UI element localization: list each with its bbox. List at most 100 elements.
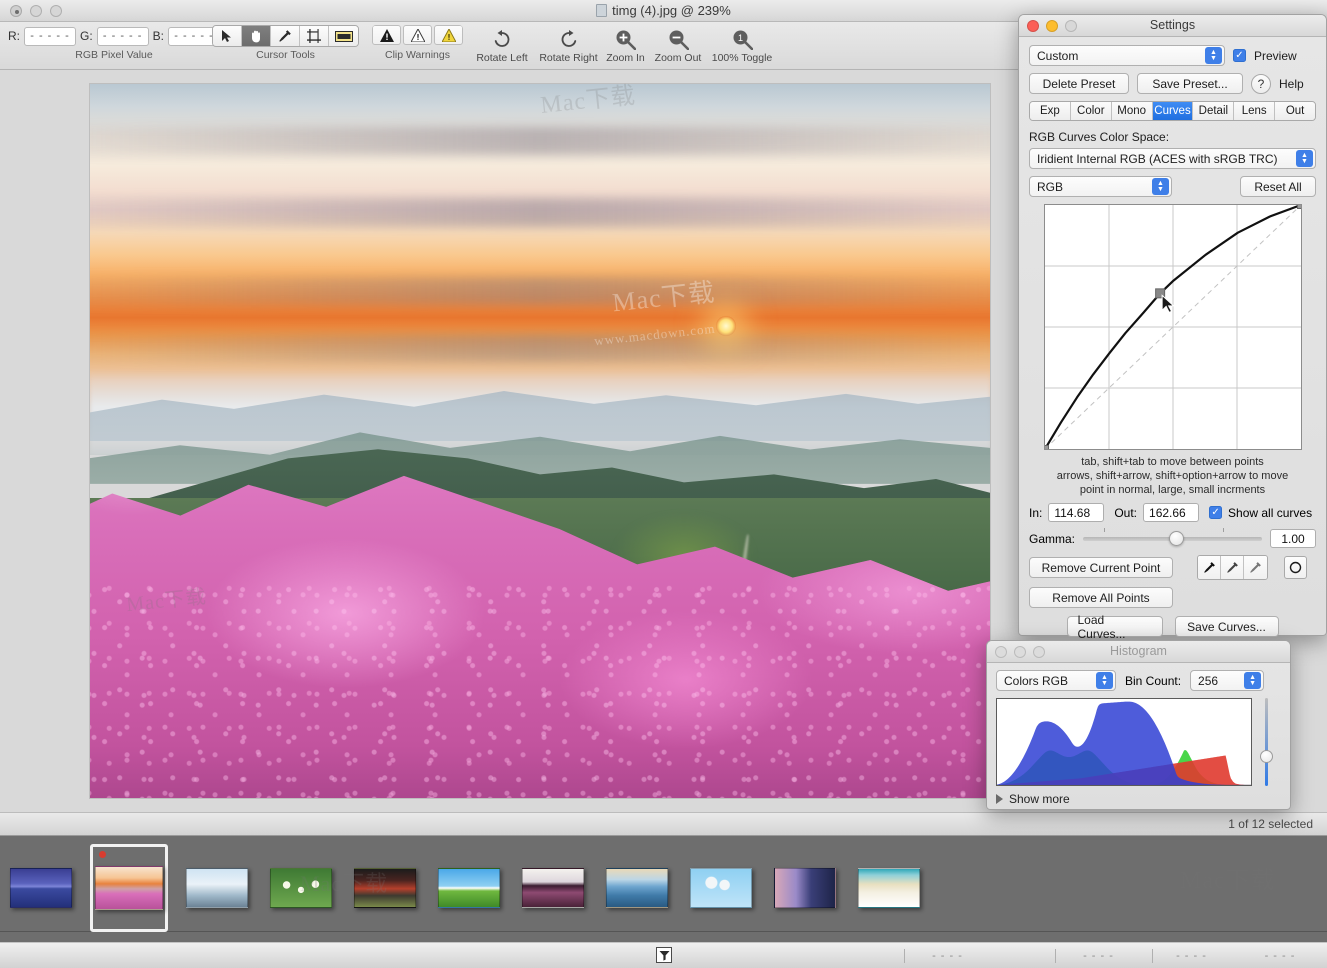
- bottom-cell-4: - - - -: [1264, 950, 1296, 962]
- clip-warnings-group: Clip Warnings: [372, 25, 463, 61]
- clip-warnings-segmented[interactable]: [372, 25, 463, 47]
- zoom-out-button[interactable]: Zoom Out: [652, 26, 704, 64]
- thumb-mountain-lake[interactable]: [6, 848, 76, 928]
- preset-popup[interactable]: Custom ▲ ▼: [1029, 45, 1225, 66]
- histogram-mode-popup[interactable]: Colors RGB ▲ ▼: [996, 670, 1116, 691]
- thumb-red-car[interactable]: [350, 848, 420, 928]
- thumb-dandelions[interactable]: [686, 848, 756, 928]
- yellow-clip-icon[interactable]: [434, 25, 463, 45]
- gamma-value-field[interactable]: 1.00: [1270, 529, 1316, 548]
- thumb-aurora-water[interactable]: [770, 848, 840, 928]
- curve-help-line-2: arrows, shift+arrow, shift+option+arrow …: [1056, 470, 1289, 482]
- settings-tabs[interactable]: Exp Color Mono Curves Detail Lens Out: [1029, 101, 1316, 121]
- preview-label: Preview: [1254, 48, 1297, 63]
- toggle-100-button[interactable]: 1 100% Toggle: [707, 26, 777, 64]
- tone-curve-svg[interactable]: [1044, 205, 1301, 449]
- zoom-in-label: Zoom In: [606, 52, 645, 64]
- histogram-slider-knob[interactable]: [1260, 750, 1273, 763]
- flower-texture: [90, 582, 990, 798]
- crop-tool[interactable]: [300, 26, 329, 46]
- tab-exp[interactable]: Exp: [1030, 102, 1071, 120]
- curve-help-text: tab, shift+tab to move between points ar…: [1029, 455, 1316, 497]
- gamma-slider[interactable]: [1083, 527, 1262, 547]
- curve-help-line-1: tab, shift+tab to move between points: [1081, 456, 1264, 468]
- color-space-label: RGB Curves Color Space:: [1029, 130, 1170, 144]
- settings-titlebar[interactable]: Settings: [1019, 15, 1326, 37]
- rotate-left-icon: [472, 26, 532, 52]
- histogram-titlebar[interactable]: Histogram: [987, 641, 1290, 663]
- cursor-tools-segmented[interactable]: [212, 25, 359, 47]
- histogram-panel[interactable]: Histogram Colors RGB ▲ ▼ Bin Count: 256 ▲…: [986, 640, 1291, 810]
- tab-detail[interactable]: Detail: [1193, 102, 1235, 120]
- tab-color[interactable]: Color: [1070, 102, 1112, 120]
- bottom-cell-2: - - - -: [1055, 949, 1141, 963]
- save-preset-button[interactable]: Save Preset...: [1137, 73, 1243, 94]
- help-button[interactable]: ?: [1251, 73, 1271, 94]
- thumb-daisies[interactable]: [266, 848, 336, 928]
- zoom-in-icon: [602, 26, 649, 52]
- clip-warnings-caption: Clip Warnings: [385, 49, 450, 61]
- eyedropper-tool[interactable]: [271, 26, 300, 46]
- histogram-graph: [996, 698, 1252, 786]
- tab-out[interactable]: Out: [1275, 102, 1315, 120]
- thumb-green-field[interactable]: [434, 848, 504, 928]
- show-all-curves-checkbox[interactable]: ✓: [1209, 506, 1223, 519]
- preset-row: Custom ▲ ▼ ✓ Preview: [1029, 45, 1316, 66]
- rgb-pixel-value-caption: RGB Pixel Value: [75, 49, 153, 61]
- color-space-popup[interactable]: Iridient Internal RGB (ACES with sRGB TR…: [1029, 148, 1316, 169]
- show-more-label: Show more: [1009, 792, 1070, 806]
- filter-funnel-icon[interactable]: [656, 947, 672, 963]
- gamma-tick: [1222, 527, 1224, 532]
- thumb-pink-flowers-sunset[interactable]: [90, 844, 168, 932]
- histogram-controls-row: Colors RGB ▲ ▼ Bin Count: 256 ▲ ▼: [996, 670, 1281, 691]
- rgb-pixel-value-group: R: - - - - - G: - - - - - B: - - - - - R…: [8, 25, 221, 61]
- thumb-purple-lake[interactable]: [518, 848, 588, 928]
- rotate-right-button[interactable]: Rotate Right: [537, 26, 600, 64]
- arrow-tool[interactable]: [213, 26, 242, 46]
- tab-mono[interactable]: Mono: [1111, 102, 1153, 120]
- filmstrip[interactable]: Mac下载 Mac下载: [0, 836, 1327, 932]
- curve-io-row: Load Curves... Save Curves...: [1029, 613, 1316, 641]
- thumb-river-canal[interactable]: [602, 848, 672, 928]
- gray-point-eyedropper[interactable]: [1221, 556, 1244, 579]
- bin-count-popup[interactable]: 256 ▲ ▼: [1190, 670, 1265, 691]
- tone-curve-graph[interactable]: [1043, 204, 1302, 450]
- remove-all-row: Remove All Points: [1029, 587, 1316, 608]
- black-point-eyedropper[interactable]: [1198, 556, 1221, 579]
- eyedropper-group[interactable]: [1197, 555, 1268, 580]
- image-preview[interactable]: Mac下载 www.macdown.com Mac下载: [90, 84, 990, 798]
- hand-tool[interactable]: [242, 26, 271, 46]
- ruler-tool[interactable]: [329, 26, 358, 46]
- load-curves-button[interactable]: Load Curves...: [1066, 613, 1163, 641]
- chevron-updown-icon: ▲ ▼: [1096, 672, 1113, 689]
- save-curves-button[interactable]: Save Curves...: [1174, 616, 1279, 637]
- reset-all-button[interactable]: Reset All: [1240, 176, 1316, 197]
- white-point-eyedropper[interactable]: [1244, 556, 1267, 579]
- bottom-bar-inner: - - - - - - - - - - - - - - - -: [0, 942, 1327, 968]
- gamma-label: Gamma:: [1029, 531, 1076, 546]
- channel-popup[interactable]: RGB ▲ ▼: [1029, 176, 1172, 197]
- tab-curves[interactable]: Curves: [1152, 102, 1194, 120]
- thumb-beach[interactable]: [854, 848, 924, 928]
- white-clip-icon[interactable]: [403, 25, 432, 45]
- delete-preset-button[interactable]: Delete Preset: [1029, 73, 1129, 94]
- black-clip-icon[interactable]: [372, 25, 401, 45]
- gamma-slider-knob[interactable]: [1168, 530, 1184, 546]
- tab-lens[interactable]: Lens: [1234, 102, 1276, 120]
- histogram-scale-slider[interactable]: [1260, 698, 1273, 786]
- document-icon: [596, 4, 608, 17]
- filmstrip-thumbnails: [6, 844, 924, 932]
- show-more-disclosure[interactable]: Show more: [996, 792, 1281, 806]
- bottom-status-bar: - - - - - - - - - - - - - - - -: [0, 932, 1327, 968]
- zoom-in-button[interactable]: Zoom In: [602, 26, 649, 64]
- cloud-band: [90, 126, 990, 156]
- thumb-sky-birds[interactable]: [182, 848, 252, 928]
- out-value-field[interactable]: 162.66: [1143, 503, 1200, 522]
- curve-point-circle-icon[interactable]: [1284, 556, 1307, 579]
- remove-current-point-button[interactable]: Remove Current Point: [1029, 557, 1173, 578]
- in-value-field[interactable]: 114.68: [1048, 503, 1105, 522]
- rotate-left-button[interactable]: Rotate Left: [472, 26, 532, 64]
- remove-all-points-button[interactable]: Remove All Points: [1029, 587, 1173, 608]
- preview-checkbox[interactable]: ✓: [1233, 49, 1246, 62]
- settings-panel[interactable]: Settings Custom ▲ ▼ ✓ Preview Delete Pres…: [1018, 14, 1327, 641]
